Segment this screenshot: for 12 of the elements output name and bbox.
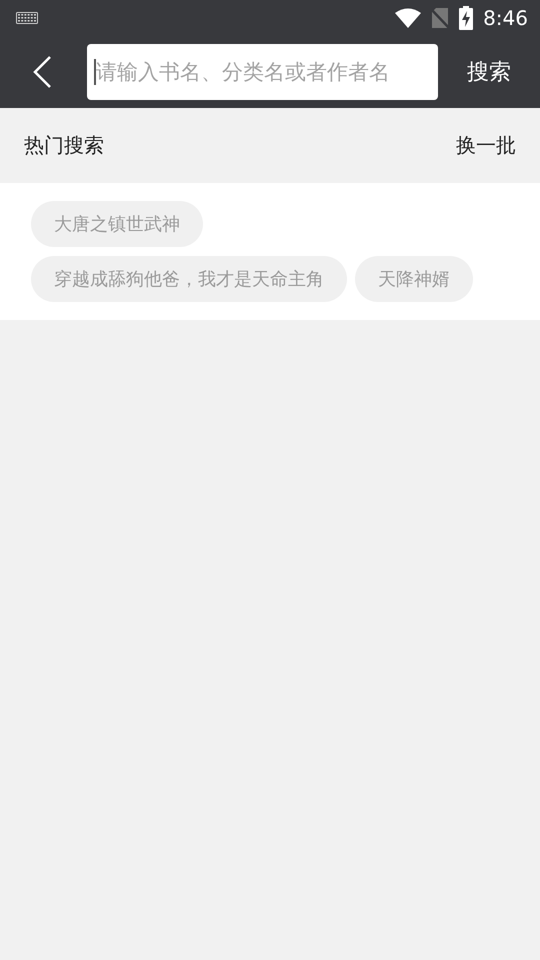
keyboard-icon xyxy=(16,12,38,24)
wifi-icon xyxy=(395,8,422,28)
search-tag[interactable]: 天降神婿 xyxy=(355,256,473,302)
status-time: 8:46 xyxy=(483,6,528,30)
search-button[interactable]: 搜索 xyxy=(438,57,540,87)
no-sim-icon xyxy=(431,7,450,29)
search-tag[interactable]: 穿越成舔狗他爸，我才是天命主角 xyxy=(31,256,347,302)
section-title: 热门搜索 xyxy=(24,132,104,159)
search-tag[interactable]: 大唐之镇世武神 xyxy=(31,201,203,247)
refresh-button[interactable]: 换一批 xyxy=(456,132,516,159)
battery-charging-icon xyxy=(459,6,474,30)
search-field[interactable]: 请输入书名、分类名或者作者名 xyxy=(87,44,438,100)
